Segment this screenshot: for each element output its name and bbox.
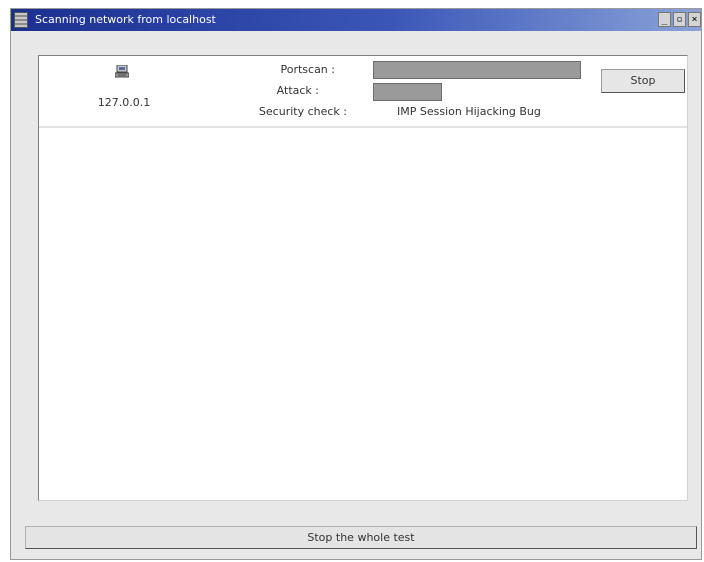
security-check-value: IMP Session Hijacking Bug [397, 105, 541, 118]
attack-label: Attack : [276, 84, 319, 97]
window-title: Scanning network from localhost [35, 13, 216, 26]
scan-window: Scanning network from localhost _ ▫ × 12… [10, 8, 702, 560]
attack-progress [373, 83, 581, 101]
window-controls: _ ▫ × [658, 12, 701, 28]
stop-button[interactable]: Stop [601, 69, 685, 93]
security-check-label: Security check : [258, 105, 347, 118]
close-button[interactable]: × [688, 12, 701, 27]
portscan-progress [373, 61, 581, 79]
computer-icon [115, 65, 129, 78]
host-row: 127.0.0.1 Portscan : Attack : Security c… [39, 56, 687, 128]
portscan-progress-fill [373, 61, 581, 79]
maximize-button[interactable]: ▫ [673, 12, 686, 27]
title-bar[interactable]: Scanning network from localhost _ ▫ × [11, 9, 701, 31]
minimize-button[interactable]: _ [658, 12, 671, 27]
portscan-label: Portscan : [280, 63, 335, 76]
window-menu-icon[interactable] [14, 12, 28, 28]
host-ip: 127.0.0.1 [97, 96, 151, 109]
scan-results-panel: 127.0.0.1 Portscan : Attack : Security c… [38, 55, 688, 501]
stop-whole-test-button[interactable]: Stop the whole test [25, 526, 697, 549]
attack-progress-fill [373, 83, 442, 101]
